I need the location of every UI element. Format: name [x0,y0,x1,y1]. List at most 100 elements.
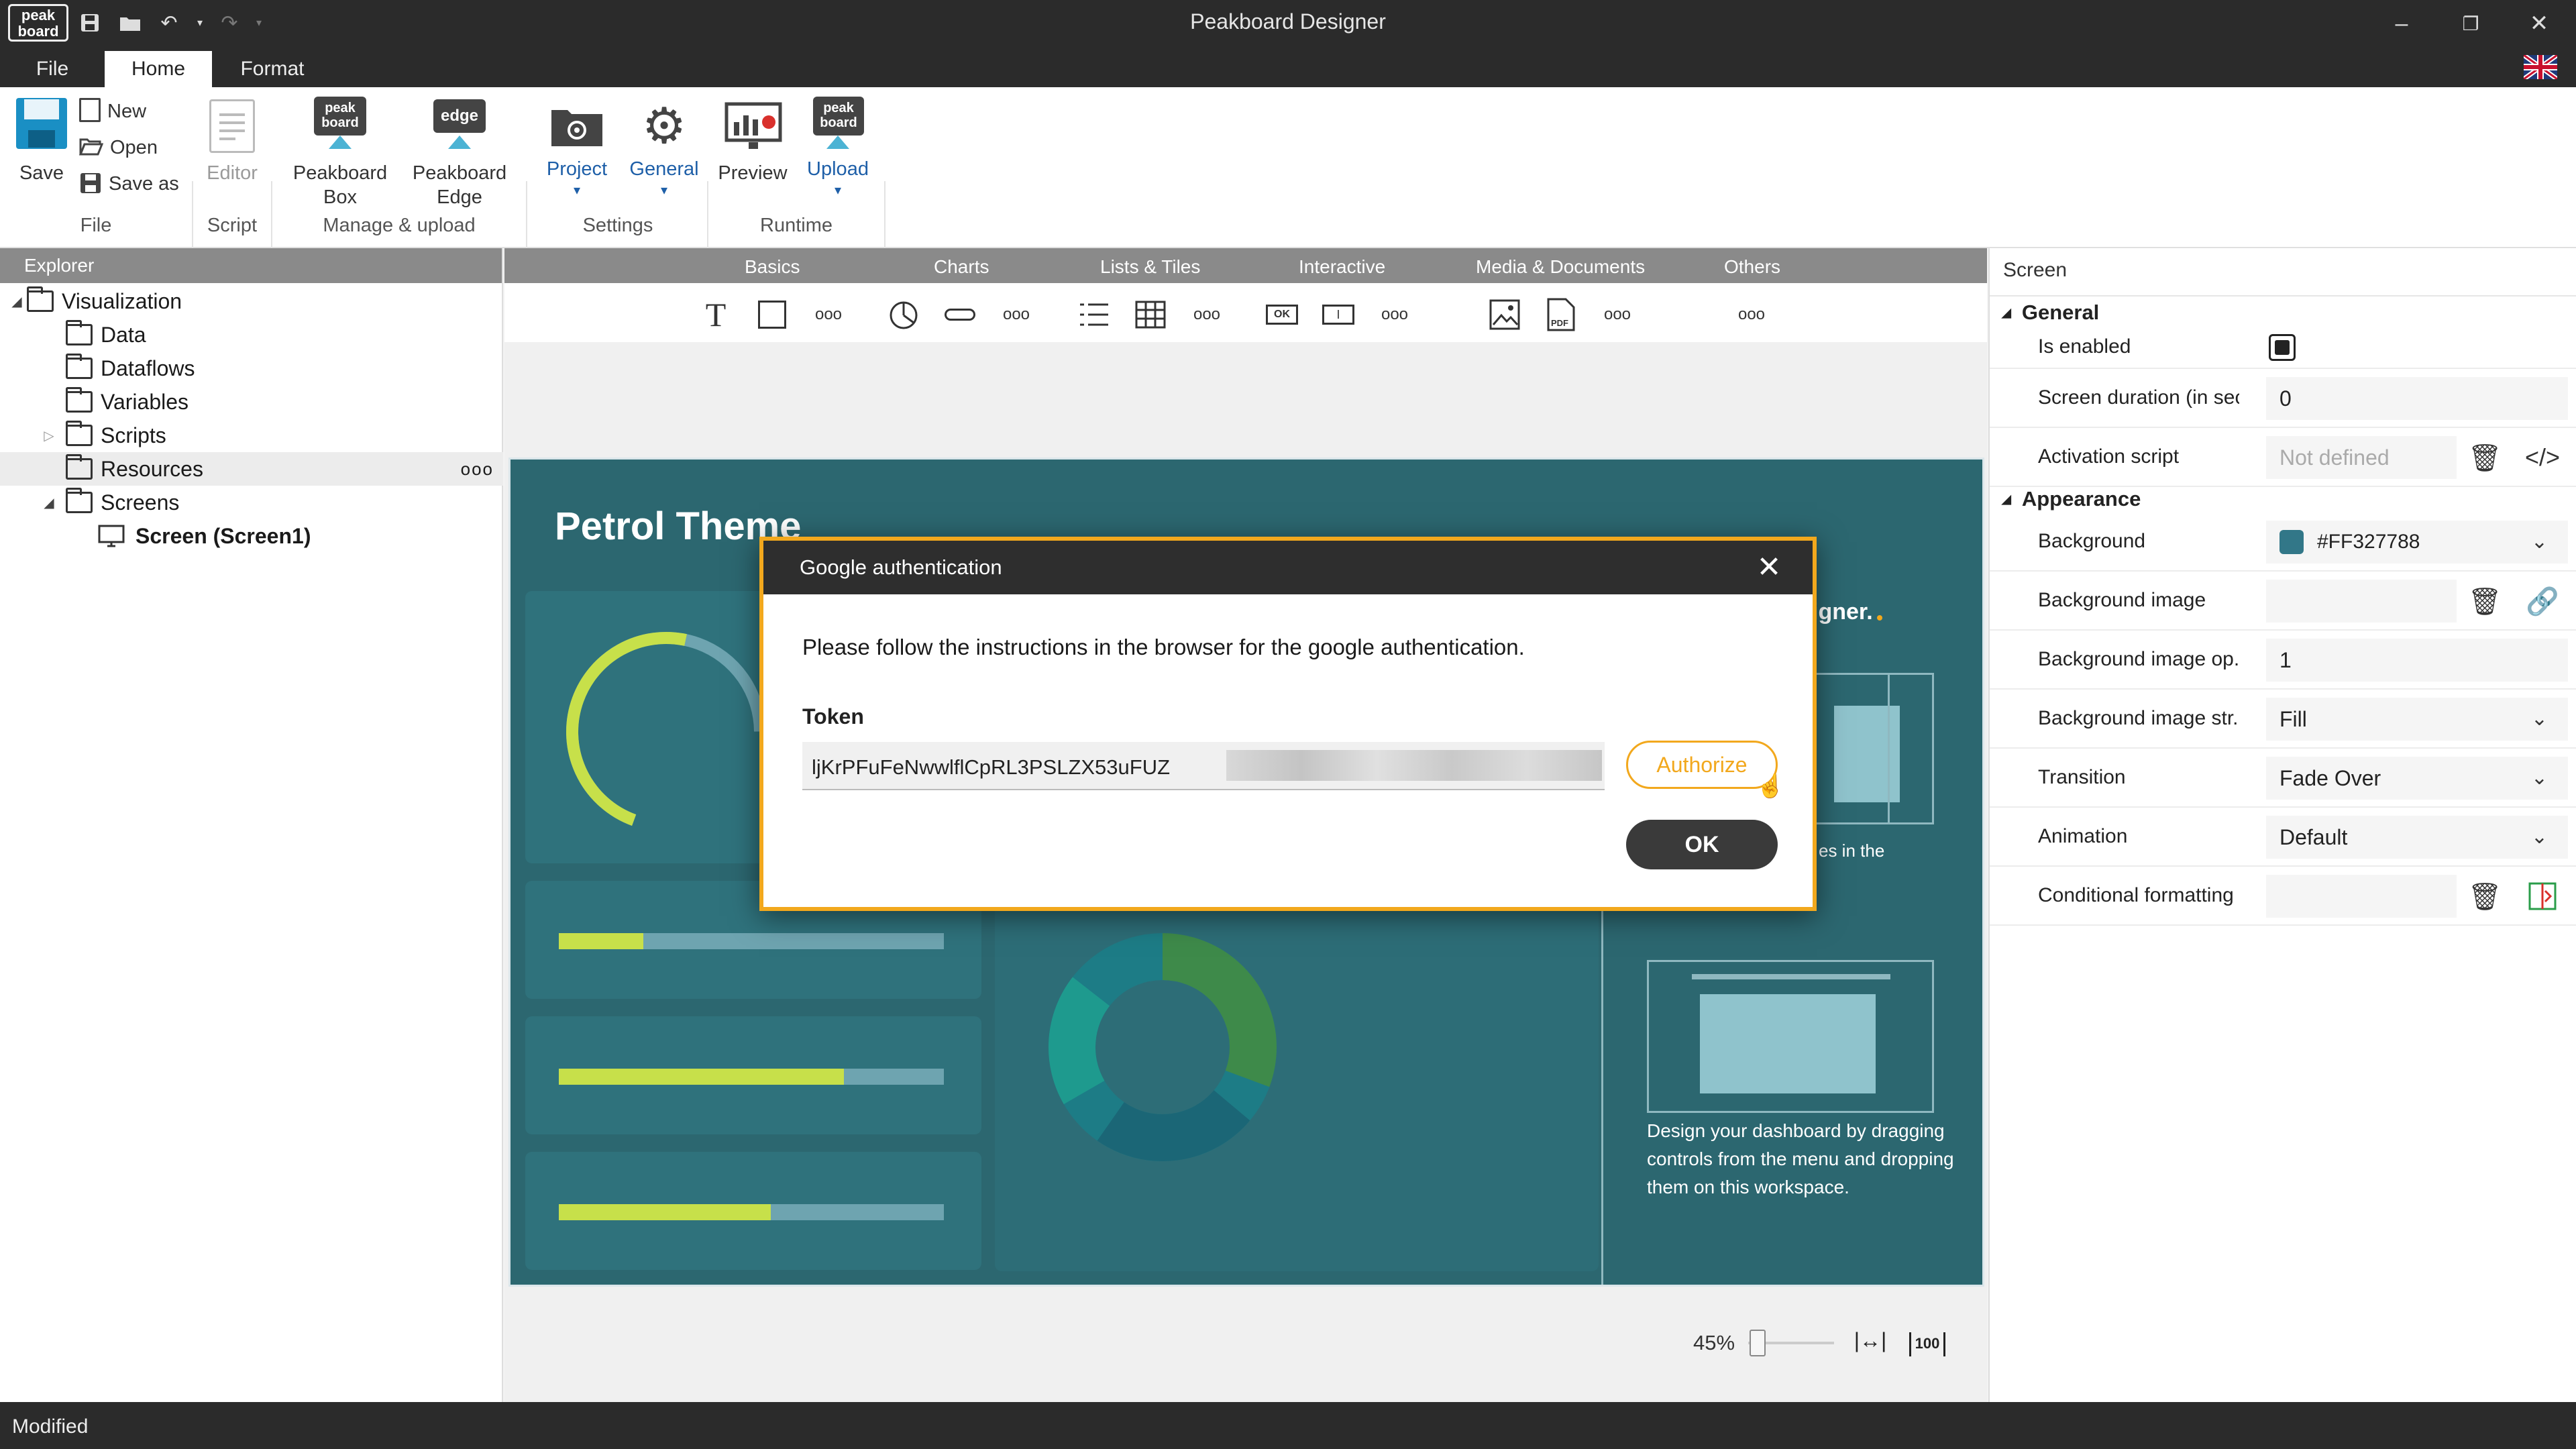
charts-more-icon[interactable]: ooo [998,297,1034,333]
category-media-documents[interactable]: Media & Documents [1476,256,1645,278]
general-dropdown-icon[interactable]: ▾ [621,178,707,203]
preview-icon[interactable] [724,102,782,152]
background-color-select[interactable]: #FF327788 ⌄ [2266,521,2568,564]
open-button[interactable]: Open [110,136,158,160]
collapse-caret-icon[interactable]: ◢ [2002,306,2011,320]
new-file-icon[interactable] [79,98,101,122]
fit-width-icon[interactable]: |↔| [1853,1328,1888,1358]
others-more-icon[interactable]: ooo [1733,297,1770,333]
pie-chart-tool-icon[interactable] [885,297,922,333]
tree-item-resources[interactable]: Resources ooo [0,452,503,486]
ok-button[interactable]: OK [1626,820,1778,869]
progress-card-2[interactable] [525,1016,981,1134]
restore-icon[interactable]: ❐ [2447,5,2494,42]
save-button[interactable]: Save [13,161,70,185]
collapse-caret-icon[interactable]: ◢ [2002,492,2011,506]
expand-caret-icon[interactable]: ▷ [39,427,59,444]
save-as-button[interactable]: Save as [109,172,179,196]
minimize-icon[interactable]: – [2378,5,2425,42]
text-tool-icon[interactable]: T [698,296,734,333]
save-large-icon[interactable] [15,97,68,150]
zoom-100-icon[interactable]: 100 [1909,1332,1945,1356]
tree-item-screens[interactable]: ◢ Screens [0,486,503,519]
tab-home[interactable]: Home [105,51,212,87]
peakboard-edge-button-line2[interactable]: Edge [401,185,518,209]
interactive-more-icon[interactable]: ooo [1377,297,1413,333]
tree-item-dataflows[interactable]: Dataflows [0,352,503,385]
media-more-icon[interactable]: ooo [1599,297,1635,333]
upload-dropdown-icon[interactable]: ▾ [796,178,880,203]
upload-icon[interactable]: peak board [812,97,865,153]
upload-button[interactable]: Upload [796,157,880,181]
background-image-stretch-select[interactable]: Fill ⌄ [2266,698,2568,741]
pdf-tool-icon[interactable]: PDF [1543,297,1579,333]
peakboard-box-button-line2[interactable]: Box [282,185,398,209]
tree-item-scripts[interactable]: ▷ Scripts [0,419,503,452]
new-button[interactable]: New [107,99,146,123]
google-auth-dialog: Google authentication ✕ Please follow th… [759,537,1817,911]
more-options-icon[interactable]: ooo [461,459,494,480]
peakboard-box-button[interactable]: Peakboard [282,161,398,185]
category-charts[interactable]: Charts [934,256,989,278]
gauge-tool-icon[interactable] [942,297,978,333]
tree-item-visualization[interactable]: ◢ Visualization [0,284,503,318]
code-icon[interactable]: </> [2524,439,2561,476]
background-image-input[interactable] [2266,580,2457,623]
activation-script-input[interactable]: Not defined [2266,436,2457,479]
preview-button[interactable]: Preview [714,161,792,185]
conditional-format-icon[interactable] [2524,877,2561,915]
animation-select[interactable]: Default ⌄ [2266,816,2568,859]
save-as-icon[interactable] [79,172,102,195]
tab-file[interactable]: File [20,51,85,87]
peakboard-edge-icon[interactable]: edge [429,97,490,153]
conditional-formatting-input[interactable] [2266,875,2457,918]
peakboard-box-icon[interactable]: peak board [310,97,370,153]
delete-icon[interactable]: 🗑 [2466,877,2504,915]
tree-item-variables[interactable]: Variables [0,385,503,419]
image-tool-icon[interactable] [1487,297,1523,333]
close-window-icon[interactable]: ✕ [2516,5,2563,42]
general-button[interactable]: General [621,157,707,181]
collapse-caret-icon[interactable]: ◢ [39,494,59,511]
section-appearance[interactable]: ◢ Appearance [2002,486,2565,513]
authorize-button[interactable]: Authorize [1626,741,1778,789]
toolbox-categories: Basics Charts Lists & Tiles Interactive … [504,248,1987,283]
language-flag-icon[interactable] [2524,55,2557,79]
editor-icon[interactable] [209,99,255,153]
category-others[interactable]: Others [1724,256,1780,278]
open-icon[interactable] [78,137,104,156]
tree-item-data[interactable]: Data [0,318,503,352]
tree-item-screen1[interactable]: Screen (Screen1) [0,519,503,553]
transition-select[interactable]: Fade Over ⌄ [2266,757,2568,800]
is-enabled-checkbox[interactable] [2269,334,2296,361]
background-image-opacity-input[interactable]: 1 [2266,639,2568,682]
lists-more-icon[interactable]: ooo [1189,297,1225,333]
category-interactive[interactable]: Interactive [1299,256,1385,278]
donut-card[interactable] [995,886,1599,1271]
progress-card-3[interactable] [525,1152,981,1270]
folder-icon [66,320,93,345]
project-dropdown-icon[interactable]: ▾ [537,178,617,203]
table-tool-icon[interactable] [1132,297,1169,333]
tab-format[interactable]: Format [225,51,319,87]
delete-icon[interactable]: 🗑 [2466,582,2504,620]
category-lists-tiles[interactable]: Lists & Tiles [1100,256,1200,278]
link-icon[interactable]: 🔗 [2524,582,2561,620]
project-button[interactable]: Project [537,157,617,181]
section-general[interactable]: ◢ General [2002,299,2565,326]
delete-icon[interactable]: 🗑 [2466,439,2504,476]
zoom-slider-thumb[interactable] [1750,1330,1766,1356]
close-icon[interactable]: ✕ [1752,550,1786,584]
general-gear-icon[interactable]: ⚙ [639,101,690,152]
basics-more-icon[interactable]: ooo [810,297,847,333]
collapse-caret-icon[interactable]: ◢ [7,293,27,310]
textbox-tool-icon[interactable]: I [1320,297,1356,333]
button-tool-icon[interactable]: OK [1264,297,1300,333]
list-tool-icon[interactable] [1076,297,1112,333]
peakboard-edge-button[interactable]: Peakboard [401,161,518,185]
category-basics[interactable]: Basics [745,256,800,278]
rectangle-tool-icon[interactable] [754,297,790,333]
editor-button[interactable]: Editor [197,161,267,185]
screen-duration-input[interactable]: 0 [2266,377,2568,420]
project-icon[interactable] [550,105,604,148]
